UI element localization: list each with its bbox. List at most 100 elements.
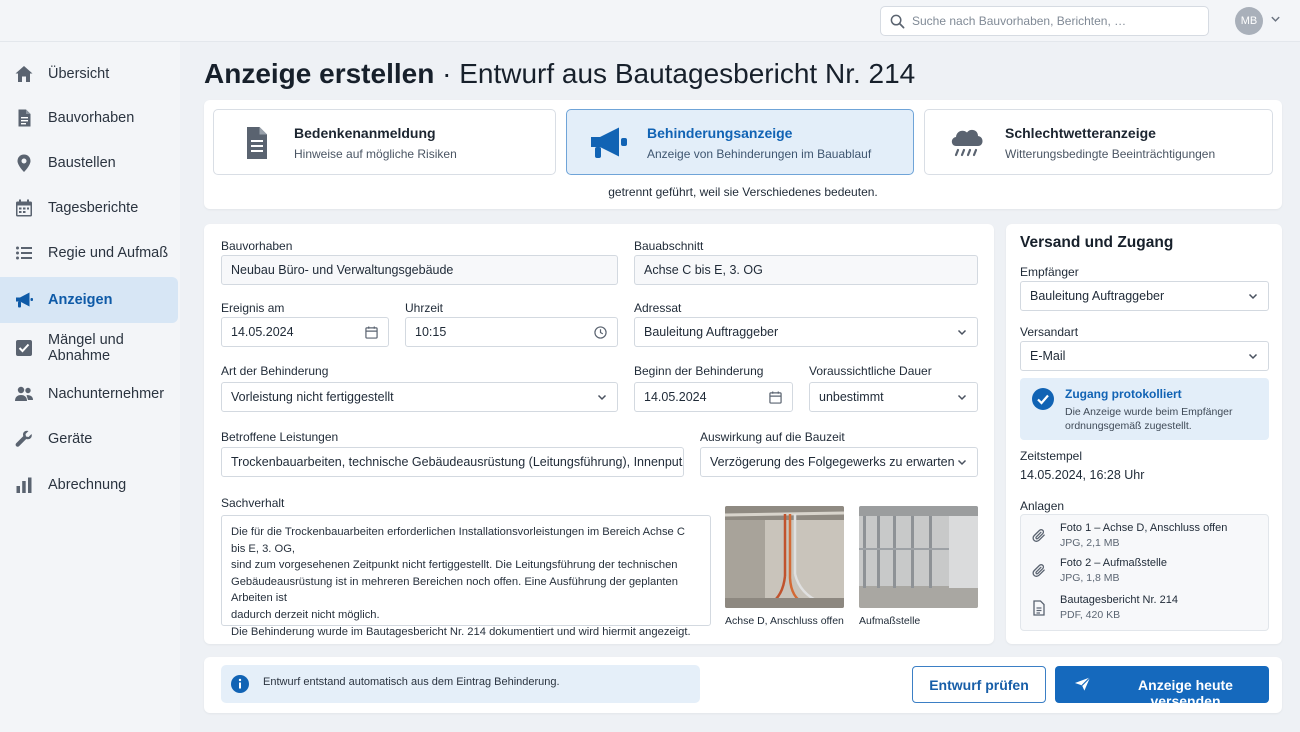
leistungen-value: Trockenbauarbeiten, technische Gebäudeau… <box>231 455 684 469</box>
bauvorhaben-value: Neubau Büro- und Verwaltungsgebäude <box>231 263 454 277</box>
empfaenger-select[interactable]: Bauleitung Auftraggeber <box>1020 281 1269 311</box>
people-icon <box>15 386 33 401</box>
attachment-name: Foto 2 – Aufmaßstelle <box>1060 557 1167 569</box>
list-icon <box>16 246 32 260</box>
adressat-label: Adressat <box>634 301 682 315</box>
sachverhalt-line: Gebäudeausrüstung ist in mehreren Bereic… <box>231 575 678 605</box>
send-today-button[interactable]: Anzeige heute versenden <box>1055 666 1269 709</box>
type-card-title: Bedenkenanmeldung <box>294 125 436 141</box>
ereignis-label: Ereignis am <box>221 301 285 315</box>
sidebar-item-uebersicht[interactable]: Übersicht <box>0 51 178 97</box>
chevron-down-icon <box>1248 293 1258 300</box>
auswirkung-value: Verzögerung des Folgegewerks zu erwarten <box>710 455 955 469</box>
adressat-value: Bauleitung Auftraggeber <box>644 325 779 339</box>
sidebar-item-maengel[interactable]: Mängel und Abnahme <box>0 325 178 371</box>
checkbox-icon <box>16 340 32 356</box>
send-icon <box>1074 676 1091 691</box>
attachment-name: Bautagesbericht Nr. 214 <box>1060 594 1179 606</box>
construction-photo-image <box>725 506 844 608</box>
search-box[interactable] <box>880 6 1209 36</box>
ereignis-date-field[interactable]: 14.05.2024 <box>221 317 389 347</box>
send-today-label: Anzeige heute versenden <box>1138 677 1233 709</box>
uhrzeit-label: Uhrzeit <box>405 301 444 315</box>
bauvorhaben-label: Bauvorhaben <box>221 239 293 253</box>
sidebar-item-label: Tagesberichte <box>48 200 139 216</box>
sidebar-item-geraete[interactable]: Geräte <box>0 416 178 462</box>
type-card-schlechtwetteranzeige[interactable]: Schlechtwetteranzeige Witterungsbedingte… <box>924 109 1273 175</box>
uhrzeit-field[interactable]: 10:15 <box>405 317 618 347</box>
versandart-select[interactable]: E-Mail <box>1020 341 1269 371</box>
calendar-icon[interactable] <box>769 391 782 404</box>
auswirkung-label: Auswirkung auf die Bauzeit <box>700 430 845 444</box>
sachverhalt-line: sind zum vorgesehenen Zeitpunkt nicht fe… <box>231 559 678 572</box>
wrench-icon <box>15 430 32 447</box>
photo-thumbnail-1[interactable] <box>725 506 844 608</box>
attachment-meta: JPG, 1,8 MB <box>1060 572 1120 584</box>
avatar[interactable]: MB <box>1235 7 1263 35</box>
info-icon <box>231 675 249 693</box>
photo-thumbnail-2[interactable] <box>859 506 978 608</box>
photo-caption-1: Achse D, Anschluss offen <box>725 615 844 627</box>
top-bar: MB <box>0 0 1300 42</box>
sidebar-item-bauvorhaben[interactable]: Bauvorhaben <box>0 95 178 141</box>
dauer-select[interactable]: unbestimmt <box>809 382 978 412</box>
art-select[interactable]: Vorleistung nicht fertiggestellt <box>221 382 618 412</box>
type-card-desc: Anzeige von Behinderungen im Bauablauf <box>647 147 872 161</box>
check-circle-icon <box>1032 388 1054 410</box>
auto-draft-info: Entwurf entstand automatisch aus dem Ein… <box>221 665 700 703</box>
beginn-date-field[interactable]: 14.05.2024 <box>634 382 793 412</box>
photo-caption-2: Aufmaßstelle <box>859 615 921 627</box>
paperclip-icon <box>1032 529 1045 542</box>
leistungen-field[interactable]: Trockenbauarbeiten, technische Gebäudeau… <box>221 447 684 477</box>
home-icon <box>15 66 33 82</box>
paperclip-icon <box>1032 564 1045 577</box>
auto-draft-text: Entwurf entstand automatisch aus dem Ein… <box>263 676 560 688</box>
type-card-title: Schlechtwetteranzeige <box>1005 125 1156 141</box>
sidebar-item-abrechnung[interactable]: Abrechnung <box>0 462 178 508</box>
dauer-value: unbestimmt <box>819 390 884 404</box>
zeitstempel-value: 14.05.2024, 16:28 Uhr <box>1020 468 1145 482</box>
type-card-bedenkenanmeldung[interactable]: Bedenkenanmeldung Hinweise auf mögliche … <box>213 109 556 175</box>
sidebar-item-label: Abrechnung <box>48 477 127 493</box>
check-draft-button[interactable]: Entwurf prüfen <box>912 666 1046 703</box>
adressat-select[interactable]: Bauleitung Auftraggeber <box>634 317 978 347</box>
calendar-icon[interactable] <box>365 326 378 339</box>
calendar-icon <box>16 199 32 217</box>
chevron-down-icon[interactable] <box>1270 15 1281 23</box>
sidebar-item-label: Nachunternehmer <box>48 386 165 402</box>
attachment-meta: JPG, 2,1 MB <box>1060 537 1120 549</box>
sidebar-item-anzeigen[interactable]: Anzeigen <box>0 277 178 323</box>
status-text-2: ordnungsgemäß zugestellt. <box>1065 420 1192 432</box>
sidebar-item-tagesberichte[interactable]: Tagesberichte <box>0 185 178 231</box>
attachment-item[interactable]: Foto 1 – Achse D, Anschluss offen JPG, 2… <box>1021 519 1270 553</box>
sidebar-item-baustellen[interactable]: Baustellen <box>0 140 178 186</box>
chevron-down-icon <box>1248 353 1258 360</box>
bauvorhaben-field[interactable]: Neubau Büro- und Verwaltungsgebäude <box>221 255 618 285</box>
sachverhalt-textarea[interactable]: Die für die Trockenbauarbeiten erforderl… <box>221 515 711 638</box>
attachments-list: Foto 1 – Achse D, Anschluss offen JPG, 2… <box>1020 514 1269 631</box>
versandart-value: E-Mail <box>1030 349 1066 363</box>
delivery-status-box: Zugang protokolliert Die Anzeige wurde b… <box>1020 378 1269 440</box>
beginn-value: 14.05.2024 <box>644 390 707 404</box>
ereignis-value: 14.05.2024 <box>231 325 294 339</box>
status-title: Zugang protokolliert <box>1065 387 1182 401</box>
chevron-down-icon <box>957 329 967 336</box>
bauabschnitt-value: Achse C bis E, 3. OG <box>644 263 763 277</box>
auswirkung-select[interactable]: Verzögerung des Folgegewerks zu erwarten <box>700 447 978 477</box>
clock-icon[interactable] <box>594 326 607 339</box>
sidebar-item-nachunternehmer[interactable]: Nachunternehmer <box>0 371 178 417</box>
attachment-item[interactable]: Foto 2 – Aufmaßstelle JPG, 1,8 MB <box>1021 554 1270 588</box>
type-card-desc: Witterungsbedingte Beeinträchtigungen <box>1005 147 1216 161</box>
sachverhalt-line: Die Behinderung wurde im Bautagesbericht… <box>231 625 691 638</box>
search-input[interactable] <box>912 7 1202 35</box>
type-card-desc: Hinweise auf mögliche Risiken <box>294 147 457 161</box>
bauabschnitt-field[interactable]: Achse C bis E, 3. OG <box>634 255 978 285</box>
zeitstempel-label: Zeitstempel <box>1020 449 1083 463</box>
sidebar-item-label: Geräte <box>48 431 93 447</box>
attachment-item[interactable]: Bautagesbericht Nr. 214 PDF, 420 KB <box>1021 591 1270 625</box>
sidebar-item-regie[interactable]: Regie und Aufmaß <box>0 230 178 276</box>
type-card-behinderungsanzeige[interactable]: Behinderungsanzeige Anzeige von Behinder… <box>566 109 914 175</box>
sidebar: Übersicht Bauvorhaben Baustellen Tagesbe… <box>0 42 180 732</box>
sidebar-item-label: Anzeigen <box>48 292 113 308</box>
sidebar-item-label: Mängel und Abnahme <box>48 332 124 364</box>
